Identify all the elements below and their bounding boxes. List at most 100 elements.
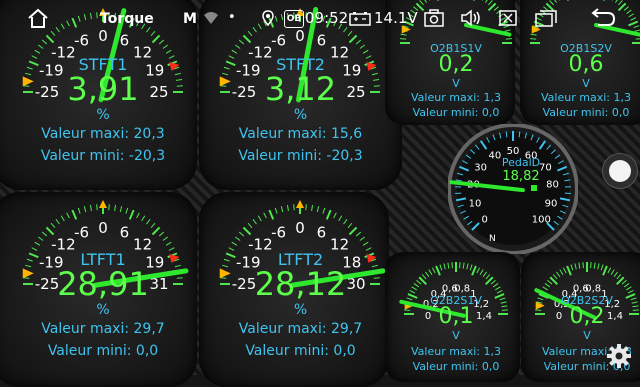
gauge-name: PedalD: [448, 156, 578, 169]
gauge-ltft1[interactable]: -25-19-12-606121931 LTFT1 28,91 % Valeur…: [0, 192, 197, 387]
dial-tick: [258, 216, 261, 221]
max-value-label: Valeur maxi: 1,3: [385, 91, 515, 104]
dial-tick: [67, 213, 70, 218]
camera-icon[interactable]: [424, 9, 444, 27]
dial-tick: [519, 131, 520, 137]
gauge-unit: %: [0, 302, 197, 318]
dial-tick: [84, 206, 85, 212]
dial-tick: [425, 272, 429, 277]
dial-tick: [594, 263, 595, 269]
dial-tick: [560, 270, 563, 275]
dial-tick: [414, 283, 419, 287]
dial-tick: [506, 131, 507, 137]
tick-label: 100: [532, 214, 551, 225]
battery-voltage: 14.1V: [374, 11, 418, 26]
gauge-o2b2s1v[interactable]: 00,20,40,60,811,21,4 O2B2S1V 0,1 V Valeu…: [385, 252, 520, 382]
max-value-label: Valeur maxi: 20,3: [0, 126, 197, 142]
volume-icon[interactable]: [460, 9, 482, 27]
dial-tick: [608, 268, 611, 273]
dial-tick: [598, 263, 599, 269]
dial-tick: [51, 223, 55, 228]
dial-tick: [46, 227, 53, 234]
window-icon[interactable]: [535, 9, 557, 27]
dial-tick: [166, 50, 171, 53]
dial-tick: [622, 280, 627, 284]
dial-tick: [363, 242, 368, 245]
gauge-value: 18,82: [448, 169, 578, 184]
dial-tick: [495, 287, 500, 290]
gauge-value: 3,12: [199, 70, 402, 108]
dial-tick: [497, 290, 502, 293]
dial-tick: [422, 274, 426, 279]
max-value-label: Valeur maxi: 15,6: [199, 126, 402, 142]
dial-tick: [38, 237, 43, 241]
tick-label: 6: [317, 223, 327, 241]
dial-tick: [349, 227, 356, 234]
battery-icon: [349, 11, 371, 26]
settings-gear-icon[interactable]: [606, 343, 632, 369]
max-value-label: Valeur maxi: 1,3: [385, 345, 520, 358]
dial-tick: [480, 270, 483, 275]
wifi-icon: [203, 11, 219, 25]
dial-tick: [275, 208, 277, 214]
dial-tick: [603, 266, 607, 275]
back-icon[interactable]: [588, 8, 616, 28]
min-value-label: Valeur mini: 0,0: [385, 106, 515, 119]
dial-tick: [235, 45, 240, 49]
dial-tick: [617, 274, 621, 279]
dial-tick: [444, 263, 445, 269]
floating-assist-button[interactable]: [602, 153, 638, 189]
dial-tick: [483, 272, 487, 277]
dial-tick: [166, 242, 171, 245]
gauge-value: 0,2: [385, 52, 515, 77]
dial-tick: [363, 50, 368, 53]
dial-tick: [42, 40, 47, 44]
dial-tick: [90, 205, 91, 211]
status-bar: Torque M • OB 09:52 14.1V: [0, 0, 640, 38]
tick-label: 0: [482, 214, 488, 225]
dial-tick: [152, 227, 159, 234]
dial-tick: [115, 205, 116, 211]
dial-tick: [339, 216, 342, 221]
top-marker: [99, 200, 107, 208]
dial-tick: [547, 280, 552, 284]
home-icon[interactable]: [26, 7, 50, 31]
dial-tick: [120, 206, 121, 212]
location-icon: [262, 10, 274, 26]
dial-tick: [312, 205, 313, 211]
dial-tick: [356, 40, 361, 44]
dial-tick: [575, 263, 576, 269]
notification-dot: •: [228, 11, 236, 24]
gauge-unit: V: [520, 77, 640, 90]
gmail-icon: M: [183, 12, 197, 26]
dial-tick: [239, 232, 244, 236]
dial-tick: [545, 283, 550, 287]
tick-label: 0: [295, 219, 305, 237]
dial-tick: [614, 272, 618, 277]
dial-tick: [232, 242, 237, 245]
dial-tick: [463, 263, 464, 269]
min-value-label: Valeur mini: 0,0: [385, 360, 520, 373]
gauge-value: 3,91: [0, 70, 197, 108]
dial-tick: [448, 263, 449, 269]
dial-tick: [343, 219, 347, 224]
dial-tick: [567, 266, 571, 275]
dial-tick: [410, 290, 415, 293]
dial-tick: [253, 219, 257, 224]
gauge-unit: V: [385, 77, 515, 90]
dial-tick: [626, 287, 631, 290]
dial-tick: [493, 283, 498, 287]
dial-tick: [78, 208, 80, 214]
gauge-pedal-position[interactable]: 0102030405060708090100N PedalD 18,82: [448, 124, 578, 254]
dial-tick: [429, 270, 432, 275]
app-title: Torque: [100, 12, 154, 26]
close-box-icon[interactable]: [499, 10, 517, 26]
dial-tick: [232, 50, 237, 53]
tick-label: 10: [469, 198, 482, 209]
dial-tick: [163, 237, 168, 241]
dial-tick: [563, 268, 566, 273]
dial-tick: [491, 280, 496, 284]
gauge-value: 0,1: [385, 304, 520, 329]
gauge-ltft2[interactable]: -25-19-12-606121830 LTFT2 28,12 % Valeur…: [199, 192, 389, 387]
gauge-unit: V: [521, 329, 640, 342]
